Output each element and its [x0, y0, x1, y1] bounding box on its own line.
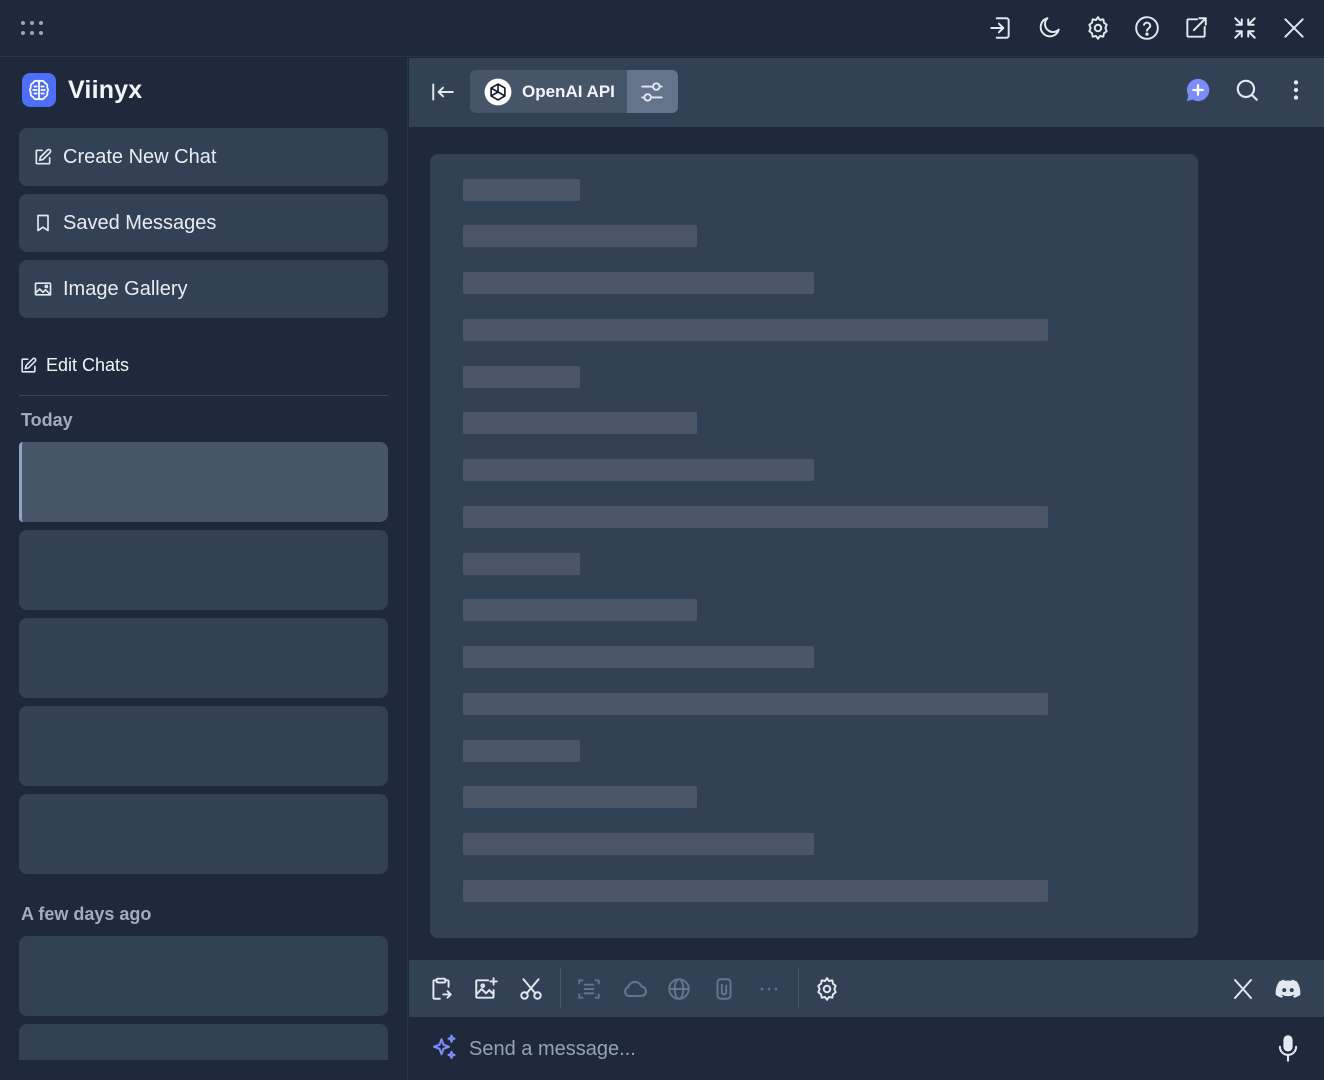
nav-label: Image Gallery: [63, 277, 188, 300]
skeleton-line: [463, 693, 1048, 715]
grip-dots-icon[interactable]: [20, 19, 44, 37]
divider: [19, 395, 388, 396]
gear-icon[interactable]: [1080, 10, 1116, 46]
chat-item[interactable]: [19, 936, 388, 1016]
chat-item[interactable]: [19, 1024, 388, 1060]
image-gallery-button[interactable]: Image Gallery: [19, 260, 388, 318]
message-input-bar: [409, 1017, 1324, 1080]
input-toolbar: [409, 960, 1324, 1017]
sign-in-icon[interactable]: [982, 10, 1018, 46]
chat-item[interactable]: [19, 530, 388, 610]
section-label-today: Today: [21, 410, 73, 430]
help-icon[interactable]: [1129, 10, 1165, 46]
external-link-icon[interactable]: [1178, 10, 1214, 46]
clipboard-icon[interactable]: [422, 970, 460, 1008]
more-vertical-icon[interactable]: [1278, 72, 1314, 108]
collapse-icon[interactable]: [1227, 10, 1263, 46]
sidebar: Viinyx Create New Chat Saved Messages Im…: [0, 58, 408, 1080]
skeleton-line: [463, 179, 580, 201]
new-chat-bubble-icon[interactable]: [1180, 72, 1216, 108]
toolbar-separator: [798, 968, 799, 1008]
moon-icon[interactable]: [1031, 10, 1067, 46]
skeleton-line: [463, 225, 697, 247]
skeleton-line: [463, 553, 580, 575]
skeleton-line: [463, 319, 1048, 341]
section-label-few-days-ago: A few days ago: [21, 904, 152, 924]
chat-item[interactable]: [19, 706, 388, 786]
nav-label: Create New Chat: [63, 145, 217, 168]
chat-content: [409, 127, 1324, 960]
gear-icon[interactable]: [808, 970, 846, 1008]
collapse-sidebar-icon[interactable]: [425, 74, 461, 110]
close-icon[interactable]: [1276, 10, 1312, 46]
edit-chats-label: Edit Chats: [46, 355, 130, 375]
loading-skeleton: [430, 154, 1198, 938]
image-icon: [33, 279, 53, 299]
scan-text-icon[interactable]: [570, 970, 608, 1008]
skeleton-line: [463, 786, 697, 808]
brand[interactable]: Viinyx: [22, 73, 142, 107]
skeleton-line: [463, 459, 814, 481]
model-name-label: OpenAI API: [522, 81, 615, 101]
skeleton-line: [463, 880, 1048, 902]
x-logo-icon[interactable]: [1224, 970, 1262, 1008]
chat-item[interactable]: [19, 794, 388, 874]
skeleton-line: [463, 272, 814, 294]
cloud-icon[interactable]: [615, 970, 653, 1008]
model-selector: OpenAI API: [470, 70, 678, 113]
image-add-icon[interactable]: [467, 970, 505, 1008]
skeleton-line: [463, 412, 697, 434]
skeleton-line: [463, 740, 580, 762]
bookmark-icon: [33, 213, 53, 233]
toolbar-separator: [560, 968, 561, 1008]
nav-label: Saved Messages: [63, 211, 217, 234]
edit-icon: [33, 147, 53, 167]
window-titlebar: [0, 0, 1324, 57]
saved-messages-button[interactable]: Saved Messages: [19, 194, 388, 252]
scissors-icon[interactable]: [512, 970, 550, 1008]
skeleton-line: [463, 833, 814, 855]
message-input[interactable]: [469, 1029, 1249, 1069]
settings-sliders-icon[interactable]: [626, 70, 678, 113]
microphone-icon[interactable]: [1274, 1033, 1302, 1063]
chat-header: OpenAI API: [409, 58, 1324, 127]
chat-item[interactable]: [19, 618, 388, 698]
edit-chats-button[interactable]: Edit Chats: [19, 355, 129, 376]
paperclip-icon[interactable]: [705, 970, 743, 1008]
chat-item[interactable]: [19, 442, 388, 522]
brain-logo-icon: [22, 73, 56, 107]
search-icon[interactable]: [1229, 72, 1265, 108]
edit-icon: [19, 356, 38, 375]
model-select-button[interactable]: OpenAI API: [470, 70, 627, 113]
sparkles-icon[interactable]: [429, 1033, 459, 1063]
skeleton-line: [463, 599, 697, 621]
skeleton-line: [463, 646, 814, 668]
discord-icon[interactable]: [1269, 970, 1307, 1008]
globe-icon[interactable]: [660, 970, 698, 1008]
create-new-chat-button[interactable]: Create New Chat: [19, 128, 388, 186]
ellipsis-icon[interactable]: [750, 970, 788, 1008]
skeleton-line: [463, 366, 580, 388]
brand-name: Viinyx: [68, 75, 143, 104]
openai-logo-icon: [484, 78, 512, 106]
skeleton-line: [463, 506, 1048, 528]
